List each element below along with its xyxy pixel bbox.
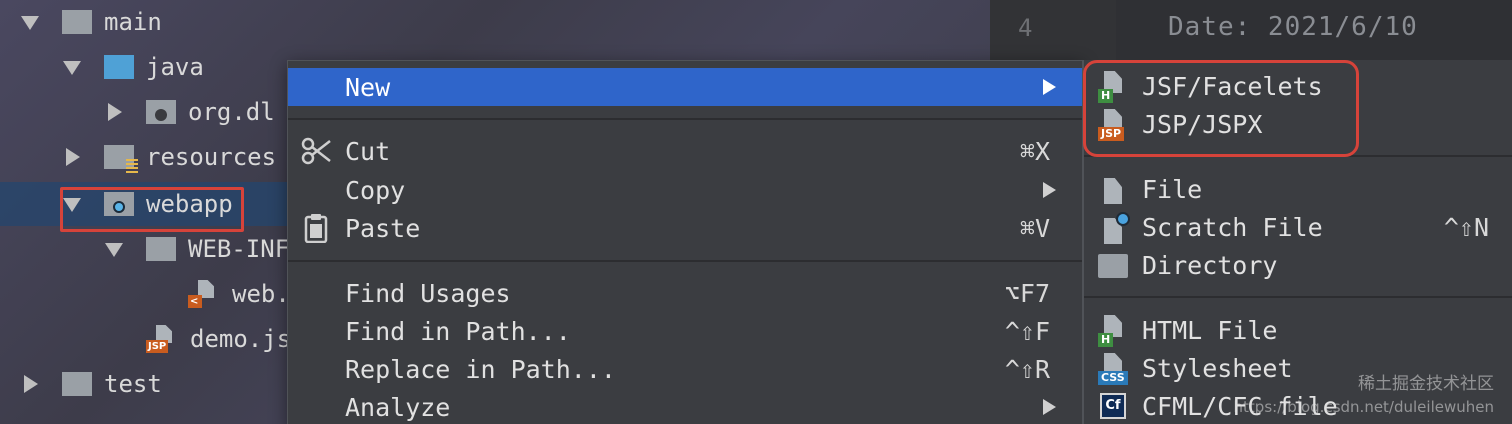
chevron-down-icon[interactable] <box>104 239 124 259</box>
menu-item-find-in-path[interactable]: Find in Path... ^⇧F <box>288 312 1082 350</box>
folder-icon <box>62 10 92 34</box>
submenu-item-file[interactable]: File <box>1084 170 1512 208</box>
clipboard-icon <box>300 213 332 244</box>
code-line: Date: 2021/6/10 <box>1168 12 1418 42</box>
tree-item-label: test <box>104 370 162 398</box>
shortcut-label: ^⇧N <box>1443 213 1489 242</box>
tree-item-label: demo.js <box>190 325 292 353</box>
tree-item-label: main <box>104 8 162 36</box>
package-icon <box>146 100 176 124</box>
chevron-right-icon[interactable] <box>62 147 82 167</box>
menu-item-new[interactable]: New <box>288 68 1082 106</box>
menu-item-find-usages[interactable]: Find Usages ⌥F7 <box>288 274 1082 312</box>
tree-item-label: WEB-INF <box>188 235 290 263</box>
chevron-right-icon[interactable] <box>104 102 124 122</box>
folder-icon <box>146 237 176 261</box>
menu-item-analyze[interactable]: Analyze <box>288 388 1082 424</box>
shortcut-label: ⌥F7 <box>1004 279 1050 308</box>
submenu-arrow-icon <box>1043 79 1056 95</box>
file-icon <box>1096 174 1132 206</box>
menu-item-paste[interactable]: Paste ⌘V <box>288 209 1082 247</box>
submenu-item-scratch-file[interactable]: Scratch File ^⇧N <box>1084 208 1512 246</box>
menu-separator <box>288 118 1082 120</box>
jsf-jsp-highlight-box <box>1083 60 1359 157</box>
menu-item-cut[interactable]: Cut ⌘X <box>288 132 1082 170</box>
source-folder-icon <box>104 55 134 79</box>
chevron-right-icon[interactable] <box>20 374 40 394</box>
shortcut-label: ^⇧R <box>1004 355 1050 384</box>
html-file-icon: H <box>1096 315 1132 347</box>
submenu-arrow-icon <box>1043 399 1056 415</box>
stylesheet-icon: CSS <box>1096 353 1132 385</box>
chevron-down-icon[interactable] <box>62 57 82 77</box>
tree-item-label: java <box>146 53 204 81</box>
context-menu: New Cut ⌘X Copy Paste ⌘V Find Usages ⌥F7… <box>287 60 1083 424</box>
folder-icon <box>62 372 92 396</box>
shortcut-label: ^⇧F <box>1004 317 1050 346</box>
chevron-down-icon[interactable] <box>20 12 40 32</box>
shortcut-label: ⌘X <box>1019 137 1050 166</box>
menu-separator <box>1084 296 1512 298</box>
watermark-cn: 稀土掘金技术社区 <box>1358 374 1494 394</box>
cfml-icon: Cf <box>1096 391 1132 423</box>
tree-item-label: web. <box>232 280 290 308</box>
tree-item-label: org.dl <box>188 98 275 126</box>
submenu-arrow-icon <box>1043 182 1056 198</box>
scissors-icon <box>300 136 332 166</box>
submenu-item-html-file[interactable]: H HTML File <box>1084 311 1512 349</box>
submenu-item-directory[interactable]: Directory <box>1084 246 1512 284</box>
watermark: 稀土掘金技术社区 https://blog.csdn.net/duleilewu… <box>1233 374 1494 416</box>
resources-folder-icon <box>104 145 138 173</box>
scratch-file-icon <box>1096 212 1132 244</box>
menu-item-copy[interactable]: Copy <box>288 171 1082 209</box>
tree-item-main[interactable]: main <box>0 0 990 44</box>
menu-item-replace-in-path[interactable]: Replace in Path... ^⇧R <box>288 350 1082 388</box>
jsp-file-icon: JSP <box>146 325 180 353</box>
menu-separator <box>288 260 1082 262</box>
shortcut-label: ⌘V <box>1019 214 1050 243</box>
tree-item-label: resources <box>146 143 277 171</box>
folder-icon <box>1096 250 1132 282</box>
line-number: 4 <box>1018 14 1033 42</box>
xml-file-icon: < <box>188 280 222 308</box>
watermark-url: https://blog.csdn.net/duleilewuhen <box>1233 398 1494 416</box>
webapp-highlight-box <box>60 187 244 232</box>
